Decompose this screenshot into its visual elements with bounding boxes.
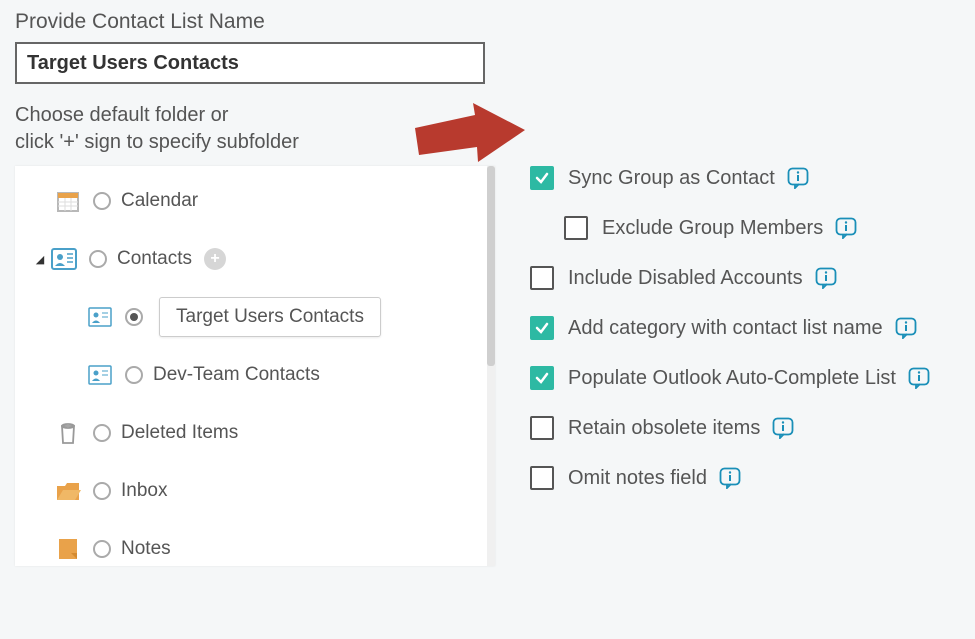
checkbox-add-category[interactable] — [530, 316, 554, 340]
tree-label-notes: Notes — [121, 538, 171, 560]
checkbox-exclude-members[interactable] — [564, 216, 588, 240]
tree-row-contacts[interactable]: ◢ Contacts + — [25, 242, 485, 276]
info-icon[interactable] — [719, 467, 741, 489]
inbox-icon — [55, 478, 81, 504]
tree-label-dev-team: Dev-Team Contacts — [153, 364, 320, 386]
checkbox-include-disabled[interactable] — [530, 266, 554, 290]
radio-target-users[interactable] — [125, 308, 143, 326]
option-add-category[interactable]: Add category with contact list name — [530, 316, 930, 340]
tree-row-calendar[interactable]: Calendar — [25, 184, 485, 218]
tree-label-contacts: Contacts — [117, 248, 192, 270]
tree-row-dev-team[interactable]: Dev-Team Contacts — [25, 358, 485, 392]
tree-row-target-users[interactable]: Target Users Contacts — [25, 300, 485, 334]
info-icon[interactable] — [772, 417, 794, 439]
info-icon[interactable] — [895, 317, 917, 339]
option-retain-obsolete[interactable]: Retain obsolete items — [530, 416, 930, 440]
option-label: Retain obsolete items — [568, 417, 760, 440]
radio-deleted[interactable] — [93, 424, 111, 442]
contact-card-icon — [87, 362, 113, 388]
info-icon[interactable] — [815, 267, 837, 289]
tree-row-notes[interactable]: Notes — [25, 532, 485, 566]
contacts-icon — [51, 246, 77, 272]
info-icon[interactable] — [835, 217, 857, 239]
checkbox-omit-notes[interactable] — [530, 466, 554, 490]
contact-list-name-label: Provide Contact List Name — [15, 10, 960, 34]
option-omit-notes[interactable]: Omit notes field — [530, 466, 930, 490]
option-label: Add category with contact list name — [568, 317, 883, 340]
option-include-disabled[interactable]: Include Disabled Accounts — [530, 266, 930, 290]
trash-icon — [55, 420, 81, 446]
radio-contacts[interactable] — [89, 250, 107, 268]
info-icon[interactable] — [908, 367, 930, 389]
tree-row-deleted[interactable]: Deleted Items — [25, 416, 485, 450]
choose-folder-label-line1: Choose default folder or — [15, 104, 228, 126]
scrollbar-track[interactable] — [487, 166, 495, 566]
option-label: Omit notes field — [568, 467, 707, 490]
notes-icon — [55, 536, 81, 562]
options-column: Sync Group as Contact Exclude Group Memb… — [530, 166, 930, 516]
caret-down-icon[interactable]: ◢ — [33, 253, 47, 266]
radio-dev-team[interactable] — [125, 366, 143, 384]
option-label: Populate Outlook Auto-Complete List — [568, 367, 896, 390]
radio-inbox[interactable] — [93, 482, 111, 500]
option-label: Sync Group as Contact — [568, 167, 775, 190]
folder-tree-panel: Calendar ◢ Contacts + Target Users Conta… — [15, 166, 495, 566]
add-subfolder-button[interactable]: + — [204, 248, 226, 270]
option-label: Include Disabled Accounts — [568, 267, 803, 290]
checkbox-retain-obsolete[interactable] — [530, 416, 554, 440]
calendar-icon — [55, 188, 81, 214]
option-sync-group[interactable]: Sync Group as Contact — [530, 166, 930, 190]
scrollbar-thumb[interactable] — [487, 166, 495, 366]
checkbox-sync-group[interactable] — [530, 166, 554, 190]
choose-folder-label-line2: click '+' sign to specify subfolder — [15, 131, 299, 153]
option-exclude-members[interactable]: Exclude Group Members — [564, 216, 930, 240]
contact-list-name-input[interactable] — [15, 42, 485, 84]
radio-notes[interactable] — [93, 540, 111, 558]
checkbox-populate-autocomplete[interactable] — [530, 366, 554, 390]
contact-card-icon — [87, 304, 113, 330]
option-label: Exclude Group Members — [602, 217, 823, 240]
info-icon[interactable] — [787, 167, 809, 189]
tree-label-inbox: Inbox — [121, 480, 167, 502]
radio-calendar[interactable] — [93, 192, 111, 210]
choose-folder-label: Choose default folder or click '+' sign … — [15, 102, 960, 156]
tree-label-calendar: Calendar — [121, 190, 198, 212]
tree-label-deleted: Deleted Items — [121, 422, 238, 444]
tree-label-target-users: Target Users Contacts — [159, 297, 381, 337]
option-populate-autocomplete[interactable]: Populate Outlook Auto-Complete List — [530, 366, 930, 390]
tree-row-inbox[interactable]: Inbox — [25, 474, 485, 508]
